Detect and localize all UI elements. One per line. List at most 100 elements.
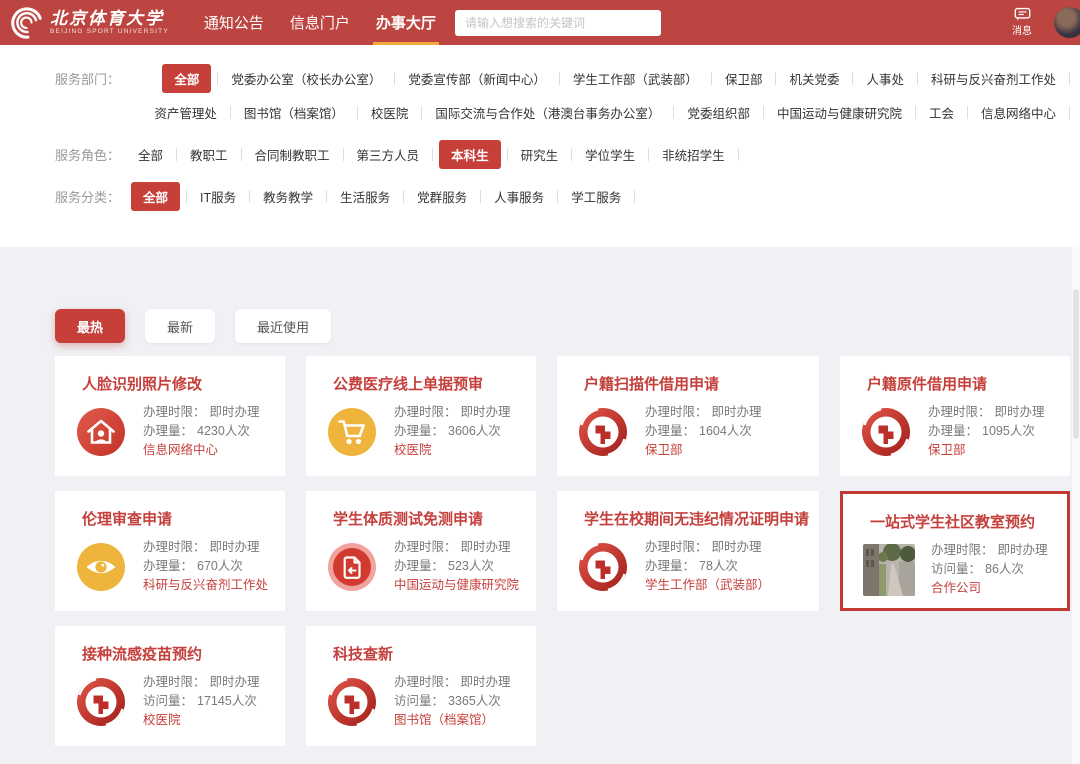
filter-chip[interactable]: 人事处 <box>859 64 911 93</box>
service-card[interactable]: 一站式学生社区教室预约 办理时限：即时办理 访问量：86人次 合作公司 <box>840 491 1070 611</box>
divider <box>217 72 218 85</box>
service-card[interactable]: 接种流感疫苗预约 办理时限：即时办理 访问量：17145人次 校医院 <box>55 626 285 746</box>
logo-swirl-icon <box>10 6 44 40</box>
service-info: 办理时限：即时办理 办理量：670人次 科研与反兴奋剂工作处 <box>143 538 268 595</box>
filter-option: 党群服务 <box>410 179 487 213</box>
filter-chip[interactable]: 非统招学生 <box>655 140 732 169</box>
university-name-cn: 北京体育大学 <box>50 10 169 28</box>
filter-chip[interactable]: 第三方人员 <box>350 140 427 169</box>
filter-chip[interactable]: 学工服务 <box>564 182 628 211</box>
filter-chip[interactable]: 资产管理处 <box>147 98 224 127</box>
filter-chip[interactable]: 全部 <box>131 182 180 211</box>
service-info: 办理时限：即时办理 办理量：1604人次 保卫部 <box>645 403 762 460</box>
divider <box>249 190 250 203</box>
filter-chip[interactable]: 党群服务 <box>410 182 474 211</box>
bsu-logo-icon <box>326 676 378 728</box>
filter-chip[interactable]: 科研与反兴奋剂工作处 <box>924 64 1063 93</box>
filter-chip[interactable]: 全部 <box>131 140 170 169</box>
bsu-logo-icon <box>577 406 629 458</box>
filter-chip[interactable]: 校医院 <box>364 98 416 127</box>
service-title: 学生在校期间无违纪情况证明申请 <box>557 508 809 529</box>
filter-chip[interactable]: 信息网络中心 <box>974 98 1063 127</box>
filter-chip[interactable]: 工会 <box>922 98 961 127</box>
service-card[interactable]: 伦理审查申请 办理时限：即时办理 办理量：670人次 科研与反兴奋剂工作处 <box>55 491 285 611</box>
divider <box>186 190 187 203</box>
nav-item[interactable]: 信息门户 <box>277 0 363 45</box>
filter-option: 教务教学 <box>256 179 333 213</box>
service-card[interactable]: 公费医疗线上单据预审 办理时限：即时办理 办理量：3606人次 校医院 <box>306 356 536 476</box>
filter-option: 图书馆（档案馆） <box>237 95 364 129</box>
vertical-scrollbar[interactable] <box>1072 247 1080 764</box>
bsu-logo-icon <box>577 541 629 593</box>
filter-chip[interactable]: 机关党委 <box>782 64 846 93</box>
filter-option: 党委组织部 <box>680 95 770 129</box>
nav-item[interactable]: 通知公告 <box>191 0 277 45</box>
filter-chip[interactable]: 本科生 <box>439 140 501 169</box>
filter-chip[interactable]: 合同制教职工 <box>248 140 337 169</box>
university-logo[interactable]: 北京体育大学 BEIJING SPORT UNIVERSITY <box>0 6 169 40</box>
limit-line: 办理时限：即时办理 <box>645 403 762 422</box>
department-options: 全部 党委办公室（校长办公室） 党委宣传部（新闻中心） 学生工作部（武装部） 保… <box>131 61 1080 129</box>
user-avatar[interactable] <box>1054 7 1080 38</box>
messages-button[interactable]: 消息 <box>1004 5 1040 37</box>
filter-option: 第三方人员 <box>350 137 440 171</box>
filter-chip[interactable]: 党委办公室（校长办公室） <box>224 64 388 93</box>
filter-option: 学位学生 <box>578 137 655 171</box>
sort-tab[interactable]: 最近使用 <box>235 309 331 343</box>
scrollbar-thumb[interactable] <box>1073 289 1079 439</box>
filter-chip[interactable]: 中国运动与健康研究院 <box>770 98 909 127</box>
divider <box>967 106 968 119</box>
limit-line: 办理时限：即时办理 <box>928 403 1045 422</box>
limit-line: 办理时限：即时办理 <box>143 538 268 557</box>
service-department: 图书馆（档案馆） <box>394 711 511 730</box>
divider <box>571 148 572 161</box>
filter-chip[interactable]: 人事服务 <box>487 182 551 211</box>
filter-chip[interactable]: 研究生 <box>514 140 566 169</box>
filter-option: 党委办公室（校长办公室） <box>224 61 401 95</box>
filter-chip[interactable]: 图书馆（档案馆） <box>237 98 351 127</box>
filter-option: 生活服务 <box>333 179 410 213</box>
service-department: 中国运动与健康研究院 <box>394 576 519 595</box>
divider <box>852 72 853 85</box>
service-card[interactable]: 人脸识别照片修改 办理时限：即时办理 办理量：4230人次 信息网络中心 <box>55 356 285 476</box>
filter-label: 服务部门： <box>55 61 131 129</box>
logo-text: 北京体育大学 BEIJING SPORT UNIVERSITY <box>50 10 169 35</box>
filter-chip[interactable]: 生活服务 <box>333 182 397 211</box>
filter-chip[interactable]: 学位学生 <box>578 140 642 169</box>
service-title: 接种流感疫苗预约 <box>55 643 275 664</box>
filter-chip[interactable]: 学生工作部（武装部） <box>566 64 705 93</box>
sort-tab[interactable]: 最热 <box>55 309 125 343</box>
filter-chip[interactable]: 教职工 <box>183 140 235 169</box>
metric-line: 办理量：1604人次 <box>645 422 762 441</box>
sort-tab[interactable]: 最新 <box>145 309 215 343</box>
divider <box>357 106 358 119</box>
limit-line: 办理时限：即时办理 <box>143 403 260 422</box>
filter-chip[interactable]: 国际交流与合作处（港澳台事务办公室） <box>428 98 667 127</box>
filter-chip[interactable]: 党委组织部 <box>680 98 757 127</box>
service-info: 办理时限：即时办理 办理量：523人次 中国运动与健康研究院 <box>394 538 519 595</box>
search-input[interactable] <box>455 10 661 36</box>
service-card-body: 办理时限：即时办理 办理量：4230人次 信息网络中心 <box>75 403 275 460</box>
nav-item[interactable]: 办事大厅 <box>363 0 449 45</box>
filter-option: 科研与反兴奋剂工作处 <box>924 61 1076 95</box>
service-card[interactable]: 学生体质测试免测申请 办理时限：即时办理 办理量：523人次 中国运动与健康研究… <box>306 491 536 611</box>
service-card[interactable]: 户籍原件借用申请 办理时限：即时办理 办理量：1095人次 保卫部 <box>840 356 1070 476</box>
filter-chip[interactable]: 教务教学 <box>256 182 320 211</box>
metric-line: 办理量：523人次 <box>394 557 519 576</box>
filter-option: 保卫部 <box>718 61 783 95</box>
service-card-body: 办理时限：即时办理 办理量：3606人次 校医院 <box>326 403 526 460</box>
service-card-body: 办理时限：即时办理 办理量：1604人次 保卫部 <box>577 403 809 460</box>
metric-line: 办理量：78人次 <box>645 557 770 576</box>
service-card[interactable]: 科技查新 办理时限：即时办理 访问量：3365人次 图书馆（档案馆） <box>306 626 536 746</box>
filter-chip[interactable]: 党委宣传部（新闻中心） <box>401 64 553 93</box>
filter-chip[interactable]: IT服务 <box>193 182 243 211</box>
service-title: 户籍原件借用申请 <box>840 373 1060 394</box>
service-card[interactable]: 学生在校期间无违纪情况证明申请 办理时限：即时办理 办理量：78人次 学生工作部… <box>557 491 819 611</box>
filter-option: 人事处 <box>859 61 924 95</box>
service-department: 保卫部 <box>928 441 1045 460</box>
university-name-en: BEIJING SPORT UNIVERSITY <box>50 28 169 35</box>
divider <box>775 72 776 85</box>
service-card[interactable]: 户籍扫描件借用申请 办理时限：即时办理 办理量：1604人次 保卫部 <box>557 356 819 476</box>
filter-chip[interactable]: 全部 <box>162 64 211 93</box>
filter-chip[interactable]: 保卫部 <box>718 64 770 93</box>
